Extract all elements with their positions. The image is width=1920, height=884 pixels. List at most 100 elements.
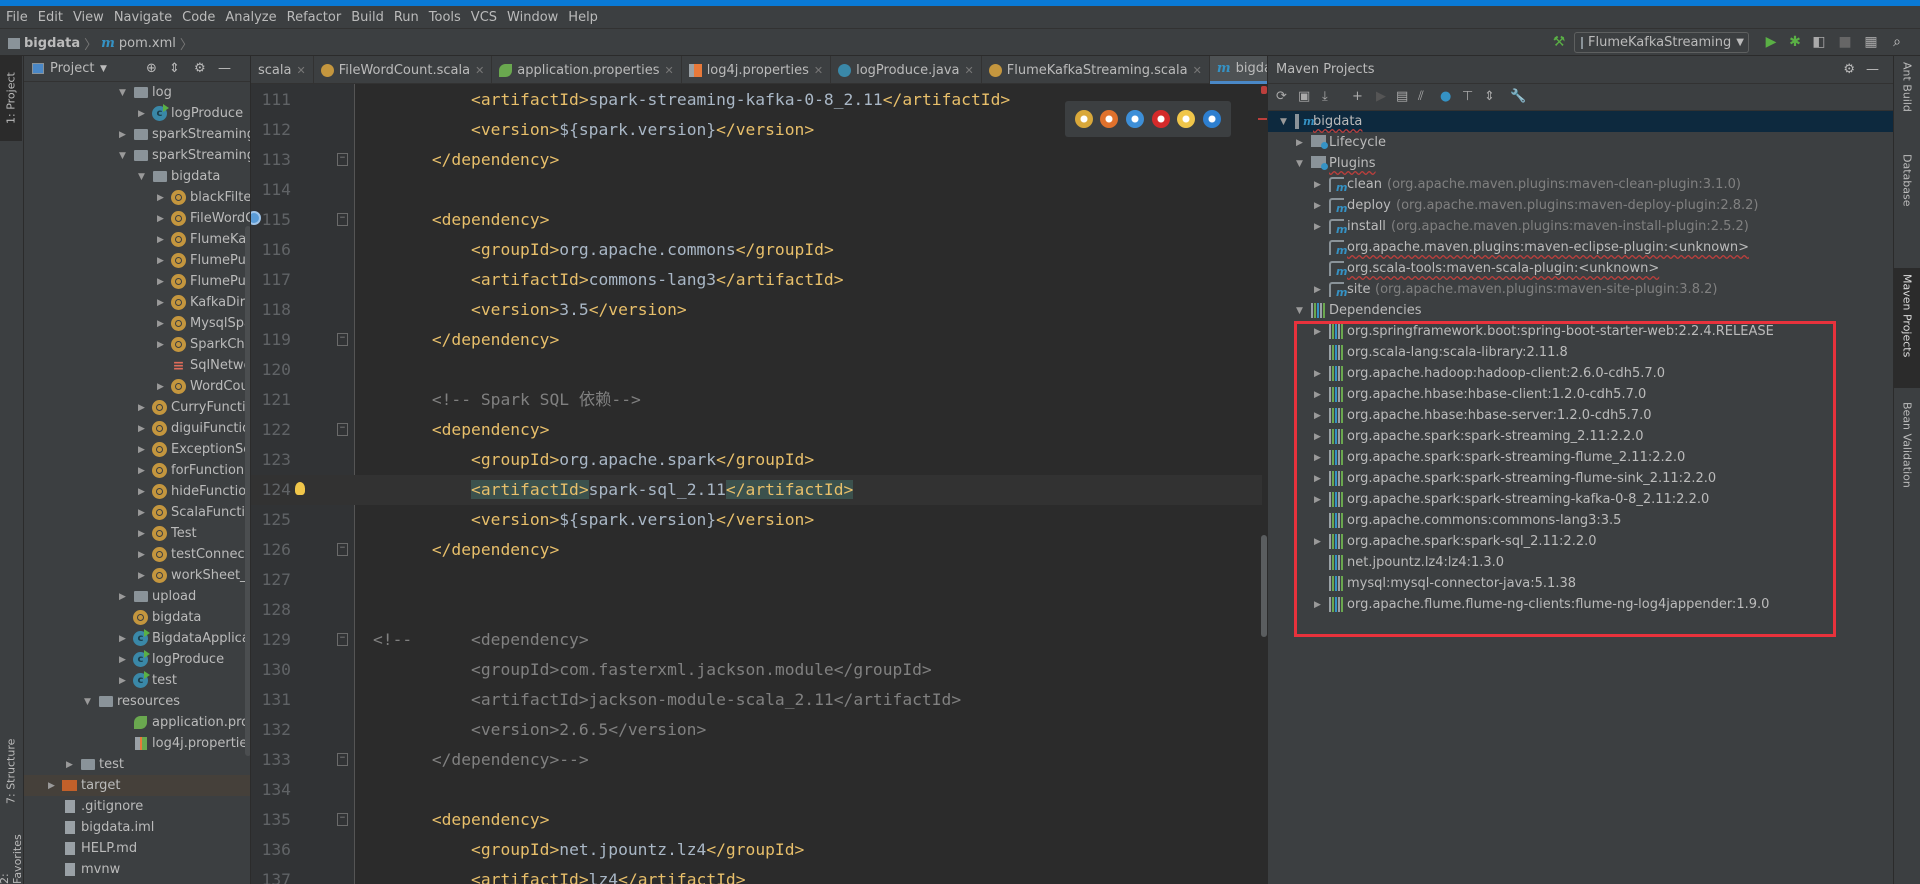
intention-bulb-icon[interactable] [295, 482, 305, 495]
chevron-down-icon[interactable]: ▼ [100, 64, 107, 74]
expanded-arrow-icon[interactable]: ▼ [138, 172, 148, 182]
tree-item[interactable]: ▶ MysqlSpark [24, 313, 250, 334]
collapsed-arrow-icon[interactable]: ▶ [157, 319, 167, 329]
project-view-selector[interactable]: Project [50, 61, 94, 76]
maven-tree-item[interactable]: org.scala-tools:maven-scala-plugin:<unkn… [1268, 258, 1893, 279]
run-icon[interactable]: ▶ [1762, 33, 1780, 51]
tree-item[interactable]: bigdata [24, 607, 250, 628]
menu-analyze[interactable]: Analyze [225, 10, 276, 25]
collapsed-arrow-icon[interactable]: ▶ [119, 634, 129, 644]
collapsed-arrow-icon[interactable]: ▶ [157, 382, 167, 392]
fold-collapse-icon[interactable]: − [337, 423, 348, 436]
collapsed-arrow-icon[interactable]: ▶ [1314, 180, 1324, 190]
collapsed-arrow-icon[interactable]: ▶ [157, 235, 167, 245]
tree-item[interactable]: ▶ FileWordCo [24, 208, 250, 229]
tree-item[interactable]: ▶ FlumeKafka [24, 229, 250, 250]
code-editor[interactable]: 111 <artifactId>spark-streaming-kafka-0-… [251, 84, 1267, 884]
tool-tab-favorites[interactable]: 2: Favorites [0, 821, 24, 884]
expanded-arrow-icon[interactable]: ▼ [1296, 159, 1306, 169]
tree-item[interactable]: ▶ target [24, 775, 250, 796]
editor-tab[interactable]: logProduce.java ✕ [831, 56, 982, 84]
menu-window[interactable]: Window [507, 10, 558, 25]
hide-panel-icon[interactable]: — [218, 61, 231, 76]
tree-item[interactable]: log4j.properties [24, 733, 250, 754]
collapsed-arrow-icon[interactable]: ▶ [157, 193, 167, 203]
project-structure-icon[interactable]: ▦ [1862, 33, 1880, 51]
tree-item[interactable]: ▶ KafkaDirect [24, 292, 250, 313]
tree-item[interactable]: application.propertie [24, 712, 250, 733]
tool-tab-ant-build[interactable]: Ant Build [1894, 56, 1920, 136]
collapsed-arrow-icon[interactable]: ▶ [138, 550, 148, 560]
menu-view[interactable]: View [73, 10, 104, 25]
collapsed-arrow-icon[interactable]: ▶ [157, 277, 167, 287]
menu-vcs[interactable]: VCS [471, 10, 497, 25]
fold-collapse-icon[interactable]: − [337, 213, 348, 226]
editor-tab[interactable]: log4j.properties ✕ [682, 56, 832, 84]
collapse-all-icon[interactable]: ⇕ [169, 61, 180, 76]
close-tab-icon[interactable]: ✕ [814, 64, 823, 77]
collapsed-arrow-icon[interactable]: ▶ [138, 529, 148, 539]
tree-item[interactable]: SqlNetwork [24, 355, 250, 376]
editor-tab[interactable]: scala ✕ [251, 56, 314, 84]
tree-item[interactable]: ▶ workSheet_che [24, 565, 250, 586]
maven-tree-item[interactable]: ▼ Dependencies [1268, 300, 1893, 321]
fold-collapse-icon[interactable]: − [337, 633, 348, 646]
tree-item[interactable]: ▶ Test [24, 523, 250, 544]
fold-collapse-icon[interactable]: − [337, 813, 348, 826]
tree-item[interactable]: ▶ FlumePushV [24, 271, 250, 292]
menu-navigate[interactable]: Navigate [114, 10, 172, 25]
collapsed-arrow-icon[interactable]: ▶ [138, 445, 148, 455]
fold-end-icon[interactable]: − [337, 333, 348, 346]
editor-tab[interactable]: FlumeKafkaStreaming.scala ✕ [982, 56, 1210, 84]
tool-tab-bean-validation[interactable]: Bean Validation [1894, 396, 1920, 516]
menu-file[interactable]: File [6, 10, 28, 25]
collapsed-arrow-icon[interactable]: ▶ [1314, 201, 1324, 211]
maven-tree-item[interactable]: ▶ Lifecycle [1268, 132, 1893, 153]
skip-tests-icon[interactable]: ● [1440, 89, 1451, 104]
maven-tree-item[interactable]: ▼ Plugins [1268, 153, 1893, 174]
firefox-browser-icon[interactable] [1100, 110, 1119, 128]
tree-item[interactable]: ▶ SparkCheck [24, 334, 250, 355]
collapsed-arrow-icon[interactable]: ▶ [157, 298, 167, 308]
collapsed-arrow-icon[interactable]: ▶ [138, 403, 148, 413]
menu-code[interactable]: Code [182, 10, 215, 25]
breadcrumb-file[interactable]: pom.xml [119, 36, 176, 51]
collapsed-arrow-icon[interactable]: ▶ [119, 592, 129, 602]
tree-item[interactable]: ▶ WordCount [24, 376, 250, 397]
tree-item[interactable]: ▼ bigdata [24, 166, 250, 187]
menu-build[interactable]: Build [351, 10, 384, 25]
wrench-icon[interactable]: 🔧 [1510, 89, 1526, 104]
menu-help[interactable]: Help [568, 10, 598, 25]
collapsed-arrow-icon[interactable]: ▶ [48, 781, 58, 791]
run-with-coverage-icon[interactable]: ◧ [1810, 33, 1828, 51]
tree-item[interactable]: ▶ test [24, 670, 250, 691]
close-tab-icon[interactable]: ✕ [475, 64, 484, 77]
maven-tree-item[interactable]: ▶ install (org.apache.maven.plugins:maven-… [1268, 216, 1893, 237]
menu-edit[interactable]: Edit [38, 10, 63, 25]
tree-item[interactable]: ▼ log [24, 82, 250, 103]
expanded-arrow-icon[interactable]: ▼ [84, 697, 94, 707]
collapsed-arrow-icon[interactable]: ▶ [119, 676, 129, 686]
run-configuration-dropdown[interactable]: FlumeKafkaStreaming ▼ [1574, 32, 1749, 53]
download-icon[interactable]: ⤓ [1322, 89, 1328, 104]
tree-item[interactable]: ▶ CurryFunction [24, 397, 250, 418]
close-tab-icon[interactable]: ✕ [296, 64, 305, 77]
build-hammer-icon[interactable]: ⚒ [1550, 33, 1568, 51]
tree-item[interactable]: ▶ testConnectSql [24, 544, 250, 565]
collapsed-arrow-icon[interactable]: ▶ [1314, 285, 1324, 295]
tree-item[interactable]: HELP.md [24, 838, 250, 859]
tool-tab-project[interactable]: 1: Project [0, 56, 22, 141]
tree-item[interactable]: ▶ blackFilter [24, 187, 250, 208]
maven-tree-item[interactable]: ▶ site (org.apache.maven.plugins:maven-sit… [1268, 279, 1893, 300]
collapsed-arrow-icon[interactable]: ▶ [66, 760, 76, 770]
collapsed-arrow-icon[interactable]: ▶ [138, 571, 148, 581]
tree-item[interactable]: ▶ forFunction [24, 460, 250, 481]
tool-tab-database[interactable]: Database [1894, 148, 1920, 233]
maven-tree-item[interactable]: org.apache.maven.plugins:maven-eclipse-p… [1268, 237, 1893, 258]
close-tab-icon[interactable]: ✕ [965, 64, 974, 77]
collapsed-arrow-icon[interactable]: ▶ [119, 655, 129, 665]
collapsed-arrow-icon[interactable]: ▶ [138, 424, 148, 434]
tool-tab-structure[interactable]: 7: Structure [0, 724, 22, 819]
debug-icon[interactable]: ✱ [1786, 33, 1804, 51]
collapsed-arrow-icon[interactable]: ▶ [138, 508, 148, 518]
